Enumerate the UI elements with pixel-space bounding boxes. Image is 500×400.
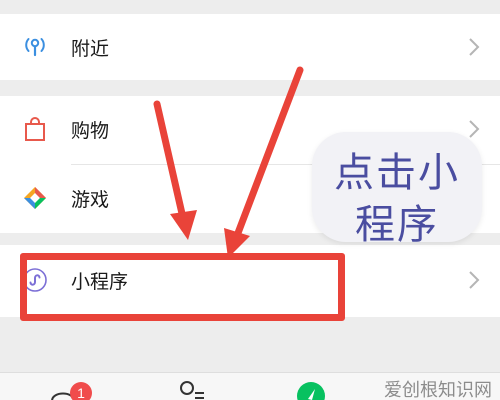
arrow-left	[153, 100, 197, 240]
discover-tab-icon[interactable]	[296, 379, 326, 400]
annotation-arrows	[153, 66, 304, 258]
contacts-tab-icon[interactable]	[176, 379, 206, 400]
unread-badge: 1	[70, 382, 92, 400]
arrow-right	[224, 66, 304, 258]
watermark: 爱创根知识网	[384, 380, 492, 400]
